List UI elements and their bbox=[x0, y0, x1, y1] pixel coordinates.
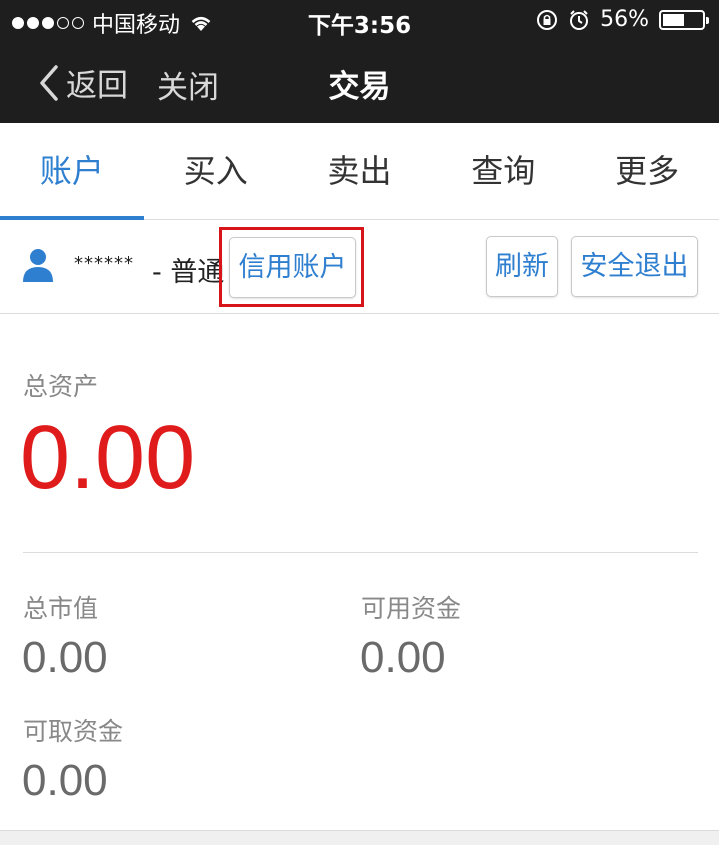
divider bbox=[23, 552, 698, 553]
total-assets-label: 总资产 bbox=[23, 372, 99, 401]
bottom-strip bbox=[0, 830, 719, 845]
user-icon bbox=[23, 249, 53, 282]
close-button[interactable]: 关闭 bbox=[157, 62, 219, 107]
total-assets-value: 0.00 bbox=[20, 408, 196, 508]
withdrawable-funds-value: 0.00 bbox=[22, 756, 108, 805]
back-label: 返回 bbox=[66, 68, 128, 104]
signal-strength-icon bbox=[12, 17, 84, 29]
account-row: ****** - 普通 信用账户 刷新 安全退出 bbox=[0, 221, 719, 314]
battery-icon bbox=[659, 9, 709, 30]
market-value-label: 总市值 bbox=[23, 594, 99, 623]
tab-bar: 账户 买入 卖出 查询 更多 bbox=[0, 123, 719, 220]
status-bar: 中国移动 下午3:56 56% bbox=[0, 0, 719, 40]
refresh-button[interactable]: 刷新 bbox=[486, 236, 558, 297]
chevron-left-icon bbox=[40, 64, 58, 101]
carrier-name: 中国移动 bbox=[92, 13, 181, 38]
account-number: ****** bbox=[74, 253, 134, 274]
safe-logout-button[interactable]: 安全退出 bbox=[571, 236, 698, 297]
market-value: 0.00 bbox=[22, 633, 108, 682]
available-funds-label: 可用资金 bbox=[361, 594, 462, 623]
rotation-lock-icon bbox=[537, 9, 558, 30]
tab-buy[interactable]: 买入 bbox=[144, 123, 288, 219]
tab-query[interactable]: 查询 bbox=[431, 123, 575, 219]
battery-level bbox=[663, 13, 685, 26]
alarm-clock-icon bbox=[570, 9, 589, 30]
credit-account-button[interactable]: 信用账户 bbox=[229, 237, 356, 298]
tab-more[interactable]: 更多 bbox=[575, 123, 719, 219]
navigation-bar: 返回 关闭 交易 bbox=[0, 40, 719, 123]
account-type: - 普通 bbox=[152, 257, 225, 288]
withdrawable-funds-label: 可取资金 bbox=[23, 717, 124, 746]
asset-summary: 总资产 0.00 总市值 0.00 可用资金 0.00 可取资金 0.00 bbox=[0, 315, 719, 830]
available-funds-value: 0.00 bbox=[360, 633, 446, 682]
status-right: 56% bbox=[536, 7, 709, 32]
battery-percent: 56% bbox=[600, 7, 649, 32]
tab-sell[interactable]: 卖出 bbox=[288, 123, 432, 219]
wifi-icon bbox=[191, 16, 211, 31]
tab-account[interactable]: 账户 bbox=[0, 123, 144, 220]
back-button[interactable]: 返回 bbox=[34, 60, 128, 105]
status-left: 中国移动 bbox=[12, 7, 214, 39]
